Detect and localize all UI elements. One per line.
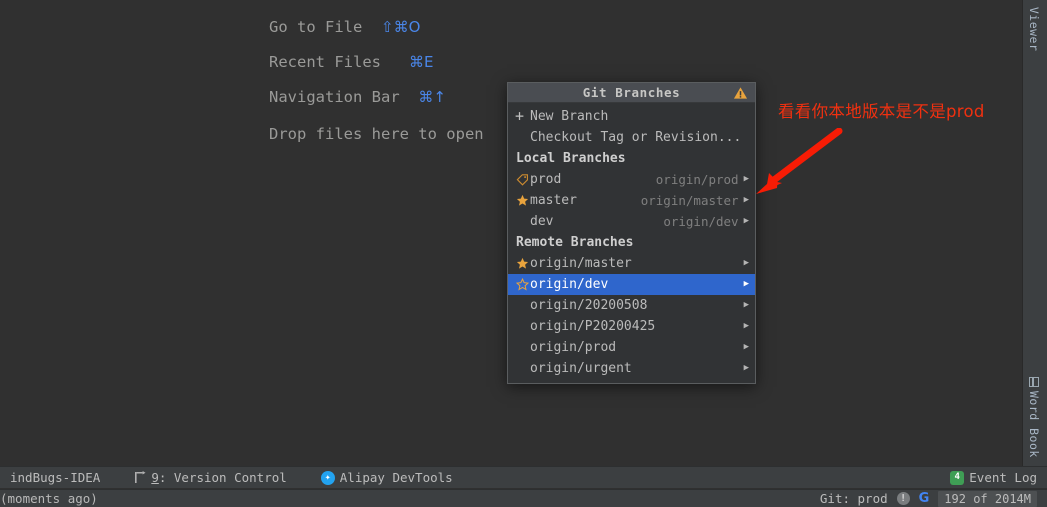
bottom-tool-window-bar: indBugs-IDEA 9: Version Control ✦ Alipay…: [0, 466, 1047, 488]
branch-item-prod[interactable]: prod origin/prod ▶: [508, 169, 755, 190]
branch-item-dev[interactable]: dev origin/dev ▶: [508, 211, 755, 232]
hint-drop-files: Drop files here to open: [213, 107, 484, 161]
vc-number: 9: [151, 470, 159, 485]
branch-name: origin/dev: [530, 277, 609, 292]
tool-button-version-control[interactable]: 9: Version Control: [110, 467, 296, 488]
ide-window: Go to File ⇧⌘O Recent Files ⌘E Navigatio…: [0, 0, 1047, 507]
popup-body: + New Branch Checkout Tag or Revision...…: [508, 103, 755, 383]
plus-icon: +: [515, 107, 525, 125]
notification-icon[interactable]: !: [896, 492, 910, 505]
json-viewer-label: N Viewer: [1027, 0, 1041, 52]
hint-label: Navigation Bar: [269, 88, 400, 106]
tool-button-event-log[interactable]: 4 Event Log: [940, 467, 1047, 488]
star-outline-icon: [516, 278, 530, 291]
git-branches-popup: Git Branches + New Branch Checkout Tag o…: [507, 82, 756, 384]
hint-shortcut: ⌘E: [408, 53, 434, 71]
popup-header: Git Branches: [508, 83, 755, 103]
tag-icon: [516, 173, 530, 186]
event-log-label: Event Log: [969, 470, 1037, 485]
hint-label: Recent Files: [269, 53, 381, 71]
alipay-icon: ✦: [320, 470, 335, 485]
chevron-right-icon: ▶: [743, 258, 750, 268]
event-log-icon: 4: [950, 470, 965, 485]
git-branch-status[interactable]: Git: prod: [820, 491, 888, 506]
menu-item-checkout-tag[interactable]: Checkout Tag or Revision...: [508, 127, 755, 148]
section-label: Remote Branches: [516, 235, 634, 250]
memory-indicator[interactable]: 192 of 2014M: [938, 490, 1037, 507]
chevron-right-icon: ▶: [743, 300, 750, 310]
star-filled-icon: [516, 257, 530, 270]
menu-item-new-branch[interactable]: + New Branch: [508, 106, 755, 127]
hint-label: Go to File: [269, 18, 363, 36]
red-arrow-icon: [756, 128, 843, 194]
branch-item-origin-p20200425[interactable]: origin/P20200425 ▶: [508, 316, 755, 337]
version-control-label: 9: Version Control: [151, 470, 286, 485]
tool-tab-word-book[interactable]: Word Book: [1021, 375, 1047, 460]
word-book-label: Word Book: [1027, 391, 1041, 458]
chevron-right-icon: ▶: [743, 342, 750, 352]
branch-name: origin/20200508: [530, 298, 648, 313]
branch-name: origin/urgent: [530, 361, 632, 376]
findbugs-label: indBugs-IDEA: [10, 470, 101, 485]
vc-text: : Version Control: [158, 470, 287, 485]
book-icon: [1029, 377, 1039, 388]
branch-item-origin-dev[interactable]: origin/dev ▶: [508, 274, 755, 295]
branch-tracking: origin/prod: [655, 172, 739, 187]
chevron-right-icon: ▶: [743, 363, 750, 373]
branch-name: origin/prod: [530, 340, 617, 355]
annotation-text: 看看你本地版本是不是prod: [778, 102, 985, 121]
status-info-bar: (moments ago) Git: prod ! G 192 of 2014M: [0, 489, 1047, 507]
popup-title: Git Branches: [582, 85, 681, 100]
branch-name: origin/master: [530, 256, 632, 271]
section-local-branches: Local Branches: [508, 148, 755, 169]
branch-name: master: [530, 193, 577, 208]
branch-item-origin-prod[interactable]: origin/prod ▶: [508, 337, 755, 358]
hint-shortcut: ⇧⌘O: [381, 18, 421, 36]
event-log-badge: 4: [954, 472, 960, 482]
tool-button-alipay-devtools[interactable]: ✦ Alipay DevTools: [297, 467, 463, 488]
chevron-right-icon: ▶: [743, 174, 749, 184]
branch-tracking: origin/dev: [663, 214, 739, 229]
branch-icon: [135, 471, 146, 483]
chevron-right-icon: ▶: [743, 216, 749, 226]
tool-button-findbugs[interactable]: indBugs-IDEA: [0, 467, 110, 488]
menu-item-label: New Branch: [530, 109, 609, 124]
tool-tab-json-viewer[interactable]: N Viewer: [1021, 0, 1047, 53]
branch-item-master[interactable]: master origin/master ▶: [508, 190, 755, 211]
google-icon[interactable]: G: [919, 491, 930, 506]
branch-item-origin-master[interactable]: origin/master ▶: [508, 253, 755, 274]
section-label: Local Branches: [516, 151, 626, 166]
warning-triangle-icon[interactable]: [733, 86, 748, 100]
chevron-right-icon: ▶: [743, 321, 749, 331]
section-remote-branches: Remote Branches: [508, 232, 755, 253]
branch-name: dev: [530, 214, 554, 229]
branch-item-origin-20200508[interactable]: origin/20200508 ▶: [508, 295, 755, 316]
star-filled-icon: [516, 194, 530, 207]
menu-item-label: Checkout Tag or Revision...: [530, 130, 742, 145]
alipay-label: Alipay DevTools: [339, 470, 453, 485]
hint-label: Drop files here to open: [269, 125, 484, 143]
branch-item-origin-urgent[interactable]: origin/urgent ▶: [508, 358, 755, 379]
branch-name: prod: [530, 172, 562, 187]
branch-name: origin/P20200425: [530, 319, 656, 334]
chevron-right-icon: ▶: [743, 195, 749, 205]
right-tool-window-strip: N Viewer Word Book: [1022, 0, 1047, 466]
hint-shortcut: ⌘↑: [418, 88, 446, 106]
branch-tracking: origin/master: [640, 193, 739, 208]
vcs-timestamp: (moments ago): [0, 491, 98, 506]
chevron-right-icon: ▶: [743, 279, 750, 289]
